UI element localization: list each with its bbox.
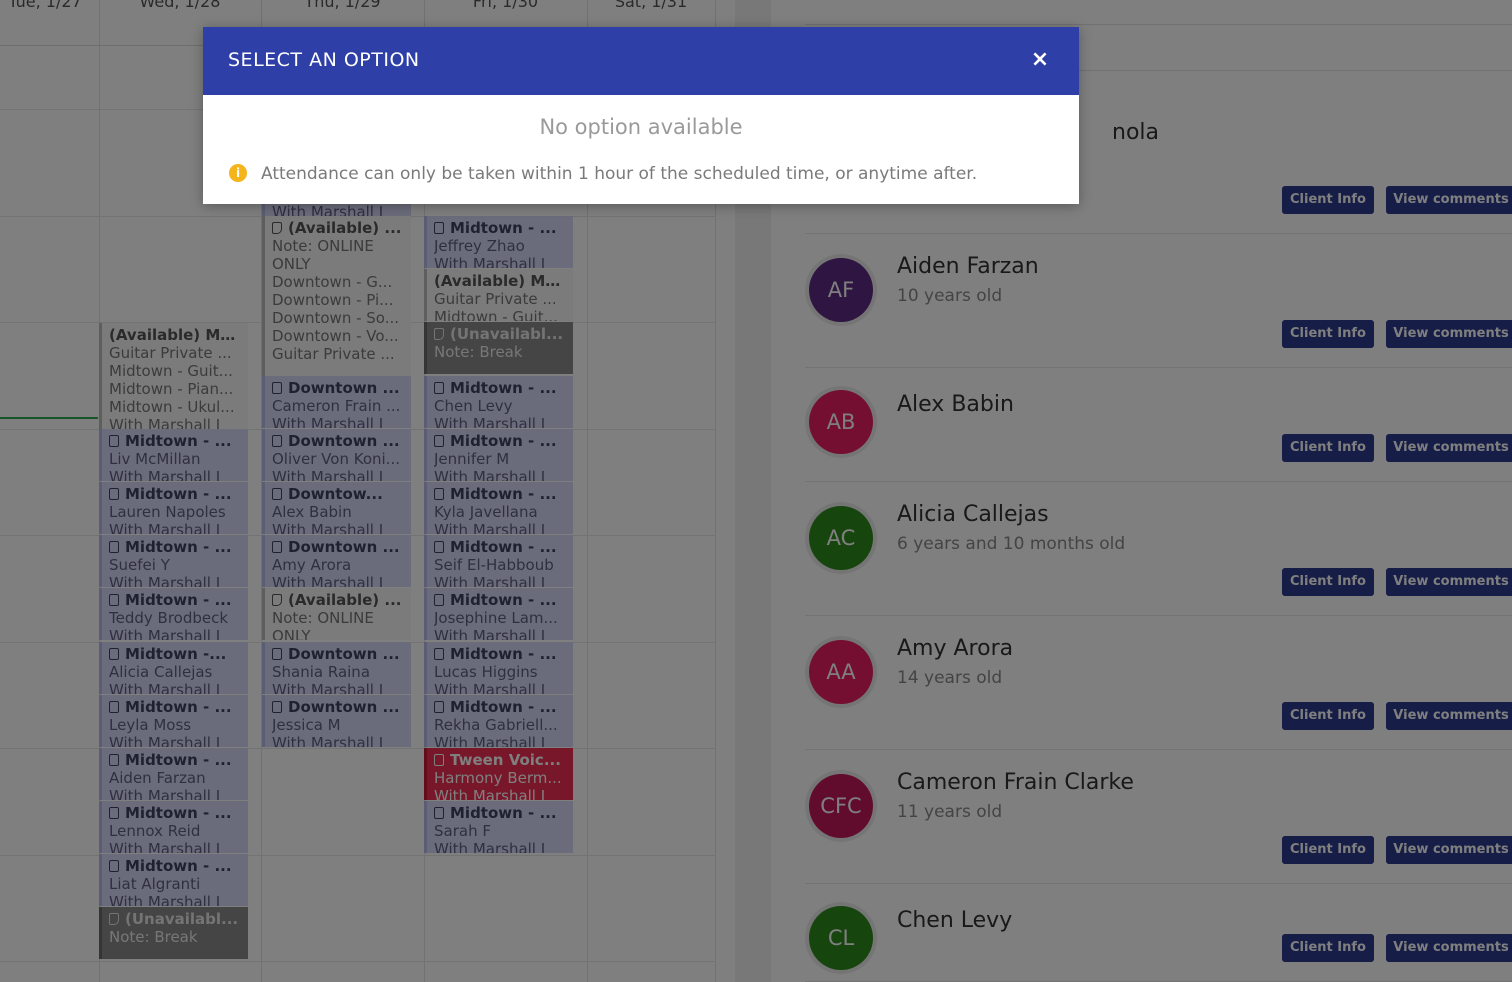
modal-header: SELECT AN OPTION ×: [203, 27, 1079, 95]
modal-title: SELECT AN OPTION: [228, 49, 420, 71]
close-icon[interactable]: ×: [1029, 48, 1051, 72]
select-option-modal: SELECT AN OPTION × No option available i…: [203, 27, 1079, 204]
empty-state-text: No option available: [539, 115, 743, 139]
info-icon: i: [229, 164, 247, 182]
attendance-notice: Attendance can only be taken within 1 ho…: [261, 164, 978, 184]
